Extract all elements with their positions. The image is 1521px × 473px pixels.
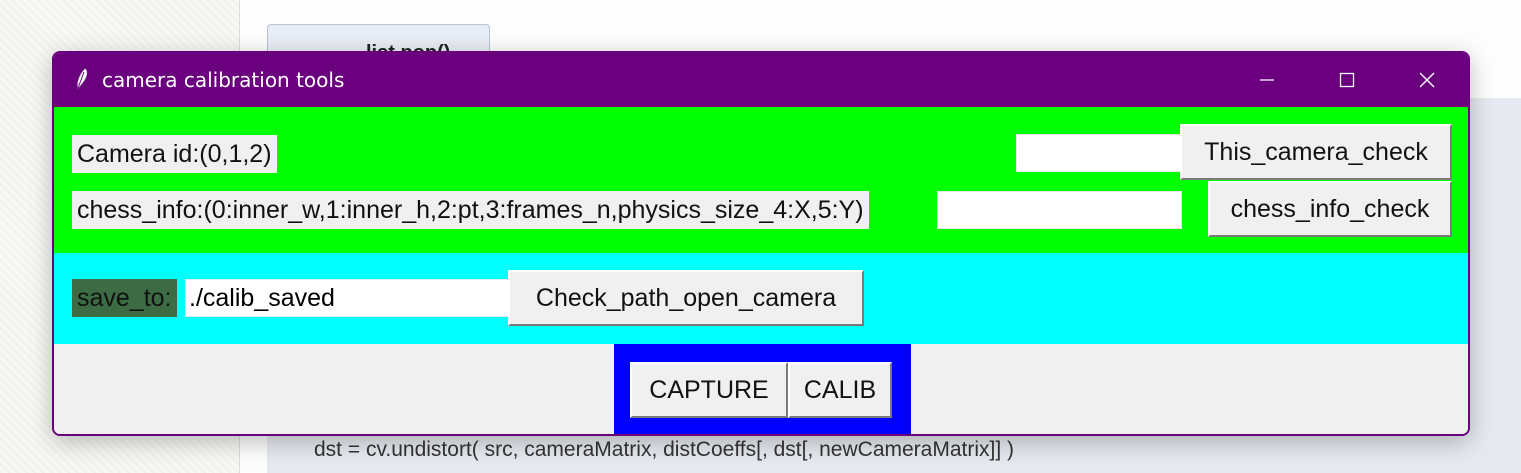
camera-id-entry[interactable]	[1016, 134, 1182, 172]
actions-button-frame: CAPTURE CALIB	[614, 344, 911, 434]
minimize-icon	[1260, 79, 1274, 81]
feather-icon	[77, 68, 88, 89]
maximize-button[interactable]	[1307, 53, 1387, 107]
title-bar[interactable]: camera calibration tools	[54, 53, 1468, 107]
calibration-window: camera calibration tools Camera id:(0,1,…	[52, 51, 1470, 436]
check-path-open-camera-button[interactable]: Check_path_open_camera	[508, 270, 864, 326]
chess-info-entry[interactable]	[937, 191, 1182, 229]
calib-button[interactable]: CALIB	[788, 362, 892, 418]
save-path-frame: save_to: Check_path_open_camera	[54, 253, 1468, 344]
this-camera-check-button[interactable]: This_camera_check	[1180, 124, 1452, 180]
chess-info-label: chess_info:(0:inner_w,1:inner_h,2:pt,3:f…	[72, 191, 869, 229]
background-code-line: dst = cv.undistort( src, cameraMatrix, d…	[314, 438, 1015, 461]
camera-id-label: Camera id:(0,1,2)	[72, 135, 277, 173]
minimize-button[interactable]	[1227, 53, 1307, 107]
maximize-icon	[1339, 72, 1355, 88]
save-path-entry[interactable]	[185, 279, 510, 317]
settings-frame: Camera id:(0,1,2) This_camera_check ches…	[54, 107, 1468, 253]
window-title: camera calibration tools	[102, 68, 345, 92]
close-icon	[1419, 72, 1435, 88]
save-to-label: save_to:	[72, 279, 177, 317]
close-button[interactable]	[1387, 53, 1467, 107]
capture-button[interactable]: CAPTURE	[630, 362, 788, 418]
actions-frame: CAPTURE CALIB	[54, 344, 1468, 434]
chess-info-check-button[interactable]: chess_info_check	[1208, 181, 1452, 237]
